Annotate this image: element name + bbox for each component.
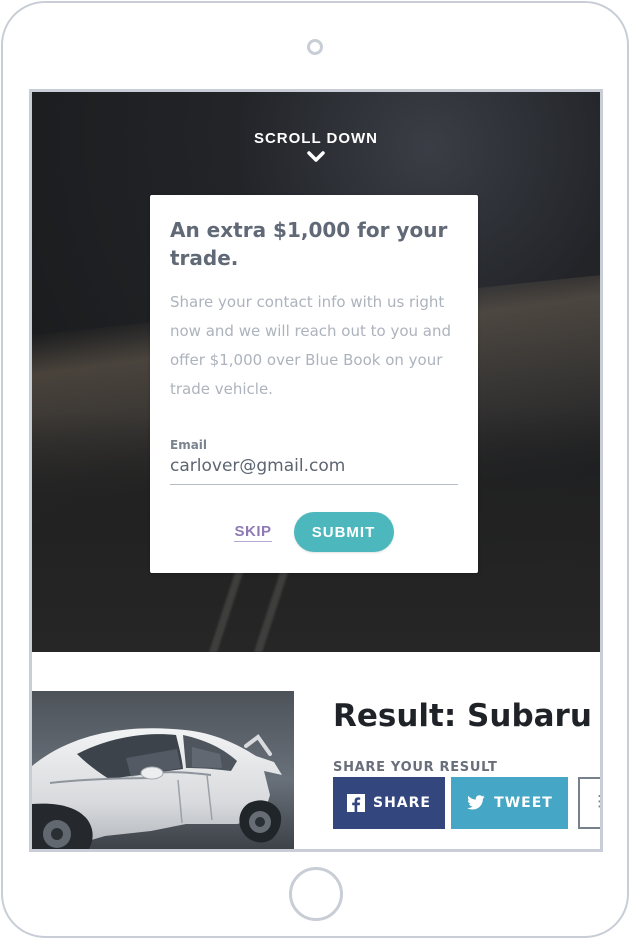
skip-button[interactable]: SKIP — [234, 523, 272, 542]
share-result-label: SHARE YOUR RESULT — [333, 760, 498, 775]
subaru-car-image — [32, 691, 294, 849]
car-illustration — [32, 691, 294, 849]
modal-description: Share your contact info with us right no… — [170, 293, 452, 398]
scroll-down-label[interactable]: SCROLL DOWN — [32, 130, 600, 147]
email-field[interactable] — [170, 454, 458, 485]
twitter-icon — [467, 795, 485, 810]
twitter-tweet-button[interactable]: TWEET — [451, 777, 568, 829]
modal-actions: SKIP SUBMIT — [150, 512, 478, 552]
email-label: Email — [170, 438, 208, 452]
tablet-device: SCROLL DOWN An extra $1,000 for your tra… — [0, 0, 632, 941]
facebook-share-label: SHARE — [373, 795, 431, 811]
modal-title: An extra $1,000 for your trade. — [170, 218, 448, 270]
hero-section: SCROLL DOWN An extra $1,000 for your tra… — [32, 92, 600, 652]
facebook-share-button[interactable]: SHARE — [333, 777, 445, 829]
submit-button[interactable]: SUBMIT — [293, 512, 394, 552]
home-button[interactable] — [289, 867, 343, 921]
twitter-tweet-label: TWEET — [494, 795, 553, 811]
device-screen: SCROLL DOWN An extra $1,000 for your tra… — [29, 89, 603, 852]
camera-icon — [307, 39, 323, 55]
more-share-button[interactable]: ⋮ — [578, 777, 600, 829]
facebook-icon — [347, 794, 365, 812]
more-options-icon: ⋮ — [592, 794, 600, 809]
result-section: Result: Subaru W SHARE YOUR RESULT SHARE… — [32, 652, 600, 849]
result-title: Result: Subaru W — [333, 698, 600, 734]
trade-offer-modal: An extra $1,000 for your trade. Share yo… — [150, 195, 478, 573]
scroll-down-indicator[interactable]: SCROLL DOWN — [32, 130, 600, 163]
chevron-down-icon[interactable] — [307, 151, 325, 163]
